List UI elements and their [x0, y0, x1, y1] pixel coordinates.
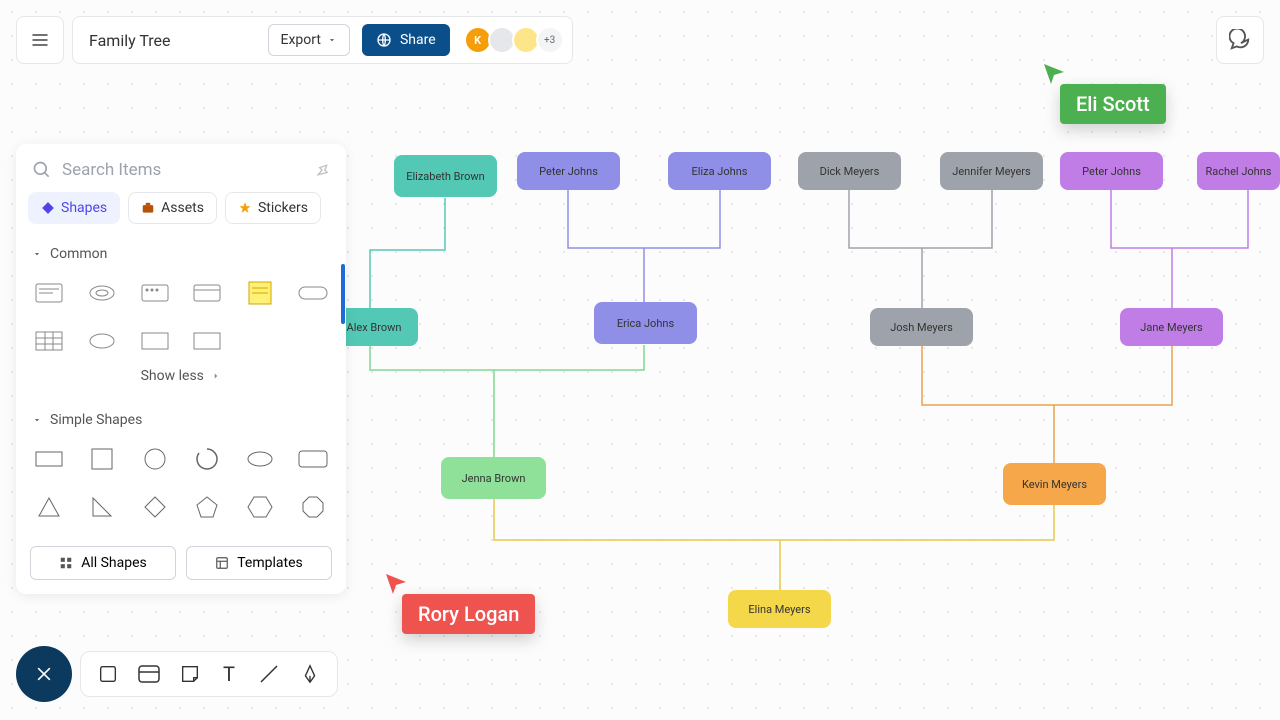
shape-terminator[interactable] — [295, 276, 330, 310]
chat-icon — [1229, 29, 1251, 51]
tab-assets[interactable]: Assets — [128, 192, 217, 224]
person-node[interactable]: Elina Meyers — [728, 590, 831, 628]
show-less[interactable]: Show less — [32, 360, 330, 392]
person-node[interactable]: Peter Johns — [517, 152, 620, 190]
tool-card[interactable] — [137, 664, 161, 684]
tool-rectangle[interactable] — [97, 663, 119, 685]
chevron-down-icon — [32, 415, 42, 425]
export-button[interactable]: Export — [268, 24, 350, 56]
svg-text:T: T — [223, 663, 235, 685]
tool-line[interactable] — [257, 662, 281, 686]
shape-right-triangle[interactable] — [85, 490, 120, 524]
cursor-icon — [1042, 62, 1066, 86]
person-node[interactable]: Elizabeth Brown — [394, 155, 497, 197]
collaborator-avatars[interactable]: K +3 — [468, 26, 564, 54]
person-node[interactable]: Josh Meyers — [870, 308, 973, 346]
search-input[interactable] — [62, 160, 304, 180]
shape-rectangle[interactable] — [32, 442, 67, 476]
shape-rounded-rect[interactable] — [295, 442, 330, 476]
hamburger-icon — [30, 30, 50, 50]
all-shapes-button[interactable]: All Shapes — [30, 546, 176, 580]
avatar-more[interactable]: +3 — [536, 26, 564, 54]
person-node[interactable]: Peter Johns — [1060, 152, 1163, 190]
shape-pentagon[interactable] — [190, 490, 225, 524]
shape-diamond[interactable] — [137, 490, 172, 524]
shape-keyboard[interactable] — [137, 276, 172, 310]
tool-sticky[interactable] — [179, 663, 201, 685]
shape-ellipse[interactable] — [85, 324, 120, 358]
tab-shapes[interactable]: Shapes — [28, 192, 120, 224]
section-common[interactable]: Common — [32, 246, 330, 262]
close-icon — [34, 664, 54, 684]
shape-table[interactable] — [32, 324, 67, 358]
shape-triangle[interactable] — [32, 490, 67, 524]
shape-hexagon[interactable] — [243, 490, 278, 524]
chevron-down-icon — [327, 35, 337, 45]
shape-rect[interactable] — [137, 324, 172, 358]
person-node[interactable]: Jennifer Meyers — [940, 152, 1043, 190]
grid-icon — [59, 556, 73, 570]
document-title[interactable]: Family Tree — [89, 31, 256, 50]
template-icon — [215, 556, 229, 570]
menu-button[interactable] — [16, 16, 64, 64]
tab-stickers[interactable]: Stickers — [225, 192, 321, 224]
diamond-icon — [41, 201, 55, 215]
shape-rect-outline[interactable] — [190, 324, 225, 358]
pin-icon[interactable] — [311, 159, 334, 182]
shape-square[interactable] — [85, 442, 120, 476]
person-node[interactable]: Eliza Johns — [668, 152, 771, 190]
cursor-label: Eli Scott — [1060, 84, 1166, 124]
person-node[interactable]: Jenna Brown — [441, 457, 546, 499]
tool-pen[interactable] — [299, 663, 321, 685]
shape-arc[interactable] — [190, 442, 225, 476]
scrollbar[interactable] — [341, 264, 345, 324]
person-node[interactable]: Dick Meyers — [798, 152, 901, 190]
shape-oval[interactable] — [243, 442, 278, 476]
search-icon — [32, 160, 52, 180]
person-node[interactable]: Erica Johns — [594, 302, 697, 344]
shape-octagon[interactable] — [295, 490, 330, 524]
person-node[interactable]: Rachel Johns — [1197, 152, 1280, 190]
shapes-panel: Shapes Assets Stickers Common — [16, 144, 346, 594]
comments-button[interactable] — [1216, 16, 1264, 64]
globe-icon — [376, 32, 392, 48]
cursor-label: Rory Logan — [402, 594, 535, 634]
tool-text[interactable]: T — [219, 663, 239, 685]
shape-sticky[interactable] — [243, 276, 278, 310]
close-button[interactable] — [16, 646, 72, 702]
briefcase-icon — [141, 201, 155, 215]
shape-card[interactable] — [32, 276, 67, 310]
templates-button[interactable]: Templates — [186, 546, 332, 580]
shape-panel[interactable] — [190, 276, 225, 310]
shape-circle[interactable] — [137, 442, 172, 476]
share-button[interactable]: Share — [362, 24, 450, 56]
star-icon — [238, 201, 252, 215]
shape-link[interactable] — [85, 276, 120, 310]
person-node[interactable]: Jane Meyers — [1120, 308, 1223, 346]
person-node[interactable]: Kevin Meyers — [1003, 463, 1106, 505]
section-simple[interactable]: Simple Shapes — [32, 412, 330, 428]
chevron-down-icon — [32, 249, 42, 259]
cursor-icon — [384, 572, 408, 596]
chevron-right-icon — [211, 371, 221, 381]
